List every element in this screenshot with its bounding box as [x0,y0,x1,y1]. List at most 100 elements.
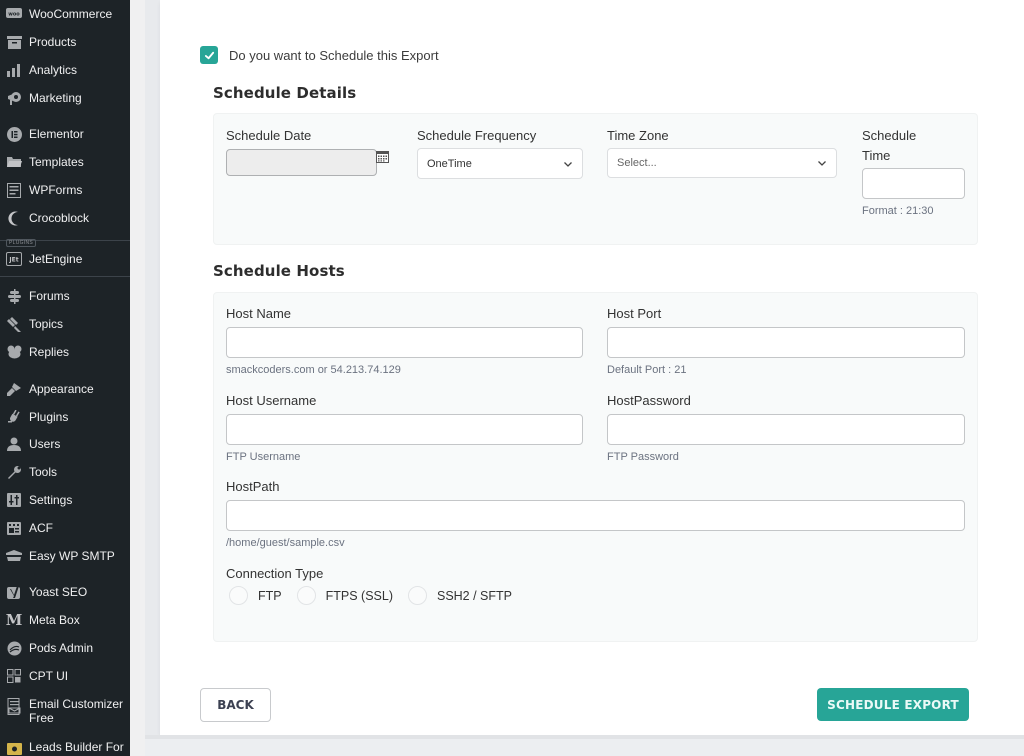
time-zone-label: Time Zone [607,128,669,143]
host-port-input[interactable] [607,327,965,358]
sidebar-item-crocoblock[interactable]: Crocoblock [0,206,130,230]
sidebar-item-marketing[interactable]: Marketing [0,86,130,110]
yoast-icon [6,584,22,600]
sidebar-item-label: Pods Admin [29,641,94,655]
host-password-input[interactable] [607,414,965,445]
sidebar-item-label: Crocoblock [29,211,90,225]
host-username-hint: FTP Username [226,451,301,463]
connection-sftp-label[interactable]: SSH2 / SFTP [437,589,512,603]
connection-ftps-label[interactable]: FTPS (SSL) [326,589,393,603]
sidebar-item-label: Plugins [29,410,69,424]
sidebar-item-templates[interactable]: Templates [0,150,130,174]
host-username-input[interactable] [226,414,583,445]
sidebar-item-woocommerce[interactable]: woo WooCommerce [0,2,130,26]
sidebar-item-products[interactable]: Products [0,30,130,54]
sidebar-separator [0,276,130,277]
host-path-hint: /home/guest/sample.csv [226,537,345,549]
metabox-icon: M [5,611,23,629]
content-gutter-shadow [145,0,160,735]
sidebar-item-label: Forums [29,289,70,303]
bar-chart-icon [6,62,22,78]
admin-sidebar: woo WooCommerce Products Analytics Marke… [0,0,130,756]
sidebar-item-label: JetEngine [29,252,83,266]
replies-icon [6,344,22,360]
sidebar-item-label: Easy WP SMTP [29,549,115,563]
page-background [145,735,1024,756]
sidebar-item-analytics[interactable]: Analytics [0,58,130,82]
sidebar-item-plugins[interactable]: Plugins [0,405,130,429]
sidebar-item-topics[interactable]: Topics [0,312,130,336]
schedule-export-button[interactable]: SCHEDULE EXPORT [817,688,969,721]
schedule-frequency-select[interactable]: OneTime [417,148,583,179]
chevron-down-icon [818,161,826,166]
sidebar-item-label: Products [29,35,77,49]
sidebar-item-label: Appearance [29,382,94,396]
sidebar-item-forums[interactable]: Forums [0,284,130,308]
sidebar-item-label: Marketing [29,91,82,105]
sidebar-item-yoast-seo[interactable]: Yoast SEO [0,580,130,604]
time-zone-select[interactable]: Select... [607,148,837,178]
sidebar-item-label: Email Customizer Free [29,697,124,725]
schedule-date-input[interactable] [226,149,377,176]
sidebar-item-label: Tools [29,465,58,479]
sidebar-item-label: WPForms [29,183,83,197]
sidebar-item-label: WooCommerce [29,7,113,21]
connection-ftp-radio[interactable] [229,586,248,605]
host-name-hint: smackcoders.com or 54.213.74.129 [226,364,401,376]
schedule-export-checkbox[interactable] [200,46,218,64]
host-name-label: Host Name [226,306,292,321]
sidebar-item-replies[interactable]: Replies [0,340,130,364]
sidebar-item-label: Settings [29,493,73,507]
sidebar-item-jetengine[interactable]: JEt JetEngine [0,247,130,271]
schedule-frequency-value: OneTime [427,157,472,170]
schedule-export-toggle-row: Do you want to Schedule this Export [200,46,439,64]
plugins-section-tag: PLUGINS [6,239,37,247]
sidebar-item-users[interactable]: Users [0,432,130,456]
sidebar-item-cpt-ui[interactable]: CPT UI [0,664,130,688]
sidebar-item-tools[interactable]: Tools [0,460,130,484]
sidebar-item-pods-admin[interactable]: Pods Admin [0,636,130,660]
leads-icon [6,739,22,755]
schedule-time-label-line1: Schedule [862,128,917,143]
connection-ftp-label[interactable]: FTP [258,589,282,603]
archive-icon [6,34,22,50]
schedule-time-input[interactable] [862,168,965,199]
schedule-export-checkbox-label: Do you want to Schedule this Export [229,47,439,63]
sidebar-item-label: Users [29,437,61,451]
checkmark-icon [204,51,214,59]
host-port-label: Host Port [607,306,662,321]
wrench-icon [6,464,22,480]
jet-icon: JEt [6,251,22,267]
forums-icon [6,288,22,304]
sidebar-item-easy-wp-smtp[interactable]: Easy WP SMTP [0,544,130,568]
host-username-label: Host Username [226,393,317,408]
connection-sftp-radio[interactable] [407,586,427,605]
time-zone-placeholder: Select... [617,157,657,169]
sidebar-item-wpforms[interactable]: WPForms [0,178,130,202]
host-name-input[interactable] [226,327,583,358]
schedule-frequency-label: Schedule Frequency [417,128,537,143]
connection-ftps-radio[interactable] [296,586,316,605]
host-path-input[interactable] [226,500,965,531]
back-button[interactable]: BACK [200,688,271,722]
host-port-hint: Default Port : 21 [607,364,687,376]
connection-type-radio-group: FTP FTPS (SSL) SSH2 / SFTP [229,586,527,605]
sidebar-item-leads-builder[interactable]: Leads Builder For [0,735,130,756]
schedule-hosts-title: Schedule Hosts [213,262,345,280]
sidebar-item-label: Replies [29,345,70,359]
host-password-label: HostPassword [607,393,691,408]
paintbrush-icon [6,381,22,397]
megaphone-icon [6,90,22,106]
sliders-icon [6,492,22,508]
sidebar-item-appearance[interactable]: Appearance [0,377,130,401]
schedule-time-hint: Format : 21:30 [862,205,934,217]
sidebar-item-settings[interactable]: Settings [0,488,130,512]
elementor-icon [6,126,22,142]
schedule-details-title: Schedule Details [213,84,357,102]
plug-icon [6,409,22,425]
sidebar-item-meta-box[interactable]: M Meta Box [0,608,130,632]
calendar-icon[interactable] [376,150,389,163]
sidebar-item-elementor[interactable]: Elementor [0,122,130,146]
sidebar-item-email-customizer[interactable]: Email Customizer Free [0,697,130,729]
sidebar-item-acf[interactable]: ACF [0,516,130,540]
